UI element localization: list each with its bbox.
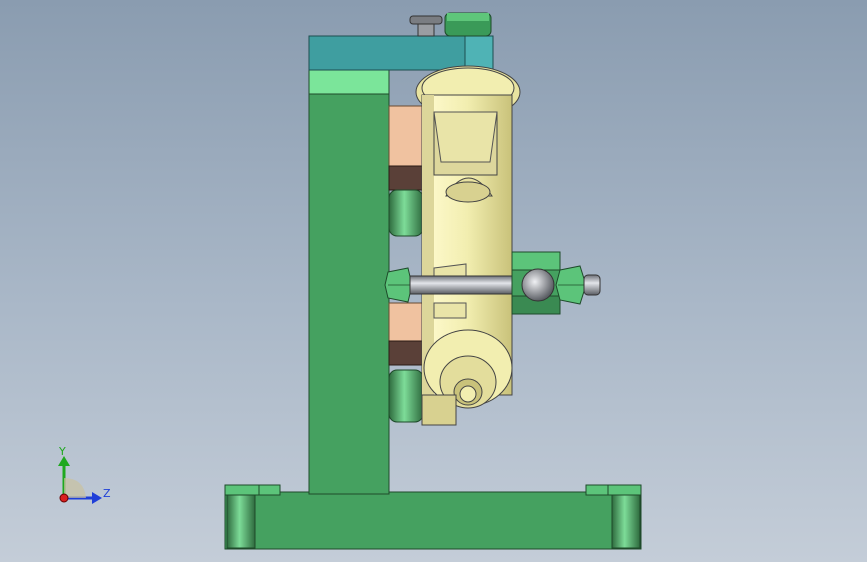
hex-nut-right[interactable] [555,265,601,305]
triad-y-label: Y [58,445,66,458]
triad-z-label: Z [103,487,111,500]
base-plate[interactable] [224,484,642,550]
copper-pad-upper [388,105,424,191]
locating-pin-upper[interactable] [388,189,424,237]
cylinder-workpiece[interactable] [415,65,521,426]
copper-pad-lower [388,302,424,366]
cad-viewport[interactable]: Y Z [0,0,867,562]
orientation-triad: Y Z [58,445,111,504]
clamp-block[interactable] [511,251,561,315]
hex-nut-left[interactable] [384,267,413,303]
top-screw[interactable] [409,12,492,37]
upright-column[interactable] [308,69,390,495]
top-clamp-plate[interactable] [308,35,494,71]
locating-pin-lower[interactable] [388,369,424,423]
